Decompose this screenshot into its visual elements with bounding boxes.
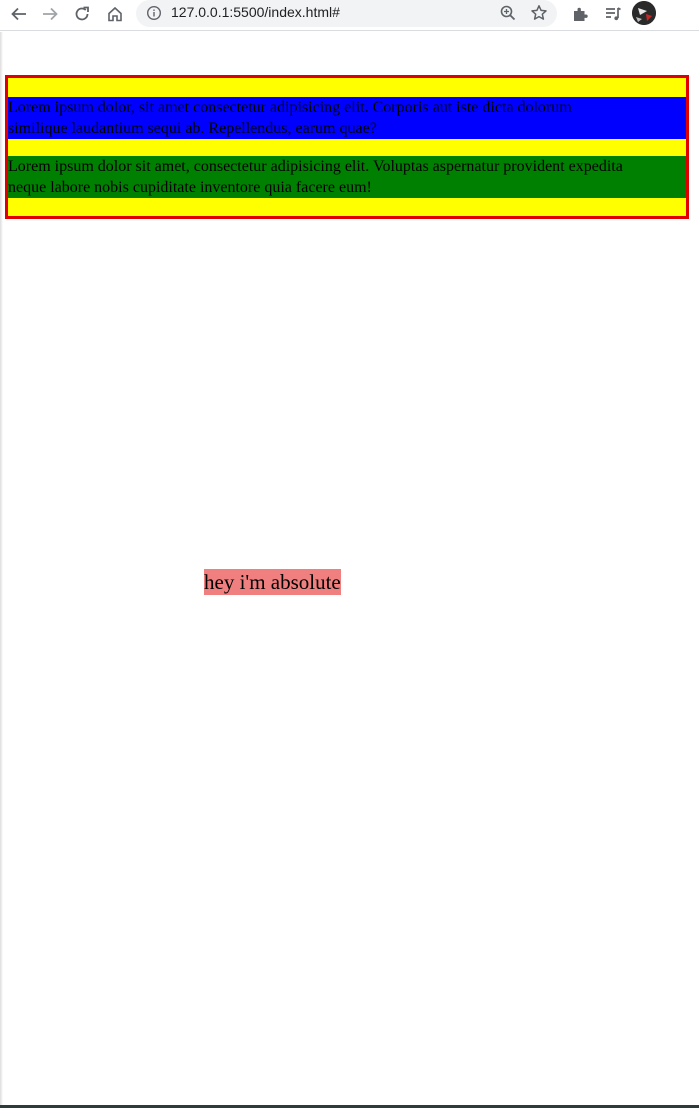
reload-icon[interactable] bbox=[68, 2, 96, 26]
info-icon[interactable] bbox=[146, 5, 162, 21]
forward-arrow-icon[interactable] bbox=[36, 2, 64, 26]
profile-avatar[interactable] bbox=[632, 1, 656, 25]
paragraph-green: Lorem ipsum dolor sit amet, consectetur … bbox=[8, 156, 686, 198]
back-arrow-icon[interactable] bbox=[5, 2, 33, 26]
zoom-icon[interactable] bbox=[498, 3, 518, 23]
extensions-icon[interactable] bbox=[566, 2, 594, 26]
home-icon[interactable] bbox=[101, 2, 129, 26]
address-bar[interactable]: 127.0.0.1:5500/index.html# bbox=[136, 0, 557, 27]
star-icon[interactable] bbox=[529, 3, 549, 23]
yellow-container: Lorem ipsum dolor, sit amet consectetur … bbox=[5, 75, 689, 219]
reading-list-icon[interactable] bbox=[599, 2, 627, 26]
absolute-label: hey i'm absolute bbox=[204, 569, 341, 595]
page-left-edge bbox=[0, 32, 3, 1105]
browser-toolbar: 127.0.0.1:5500/index.html# bbox=[0, 0, 699, 31]
url-text[interactable]: 127.0.0.1:5500/index.html# bbox=[171, 4, 340, 20]
paragraph-blue: Lorem ipsum dolor, sit amet consectetur … bbox=[8, 97, 686, 139]
